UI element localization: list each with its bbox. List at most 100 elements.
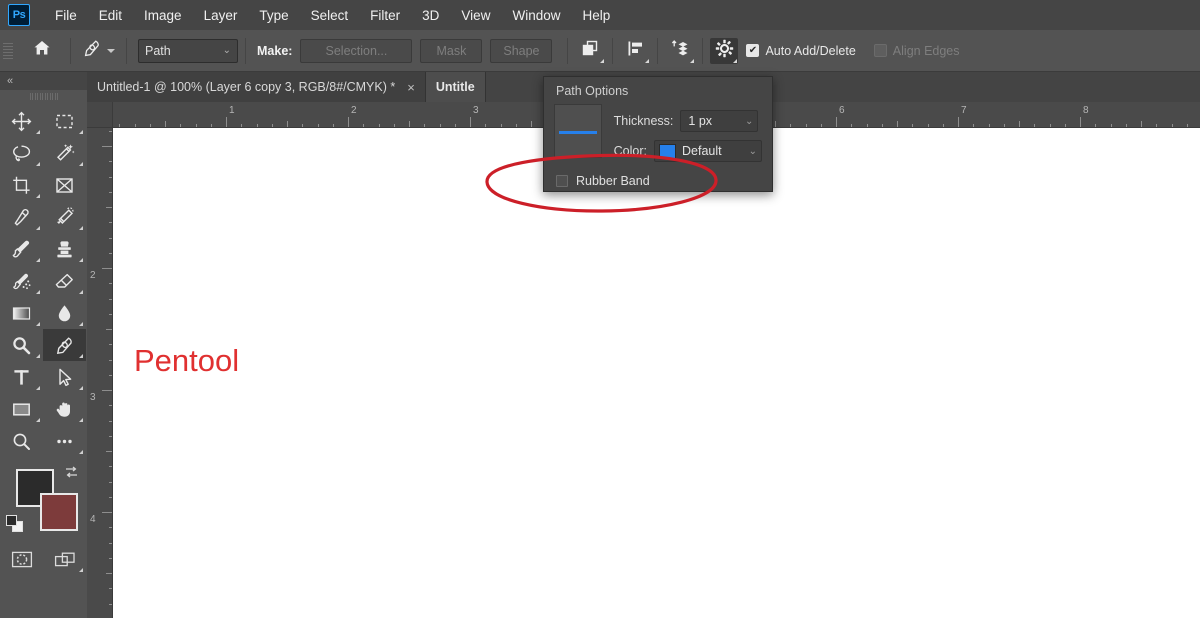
tool-blur[interactable]: [43, 297, 86, 329]
menu-filter[interactable]: Filter: [359, 4, 411, 27]
ruler-tick: [348, 117, 349, 127]
close-icon[interactable]: ×: [407, 80, 415, 95]
tool-magic-wand[interactable]: [43, 137, 86, 169]
tool-mode-value: Path: [145, 44, 171, 58]
ruler-origin-corner[interactable]: [87, 102, 113, 128]
menu-3d[interactable]: 3D: [411, 4, 450, 27]
tool-preset-picker[interactable]: [78, 38, 119, 64]
ruler-label: 6: [839, 105, 845, 116]
make-shape-button[interactable]: Shape: [490, 39, 552, 63]
vertical-ruler[interactable]: 234: [87, 128, 113, 618]
ruler-tick: [102, 390, 112, 391]
tool-eraser[interactable]: [43, 265, 86, 297]
lasso-icon: [11, 143, 32, 164]
menu-view[interactable]: View: [450, 4, 501, 27]
background-color-swatch[interactable]: [40, 493, 78, 531]
toolbar-collapse-button[interactable]: «: [0, 72, 87, 90]
tool-path-selection[interactable]: [43, 361, 86, 393]
ruler-tick: [1187, 124, 1188, 127]
rubber-band-checkbox[interactable]: [556, 175, 568, 187]
ruler-tick: [106, 207, 112, 208]
menu-edit[interactable]: Edit: [88, 4, 133, 27]
tool-pen[interactable]: [43, 329, 86, 361]
rubber-band-option[interactable]: Rubber Band: [544, 162, 772, 188]
path-options-gear-button[interactable]: [710, 38, 738, 64]
divider: [702, 38, 703, 64]
rectangle-shape-icon: [11, 399, 32, 420]
ruler-tick: [226, 117, 227, 127]
history-brush-icon: [11, 271, 32, 292]
document-canvas[interactable]: Pentool: [113, 128, 1200, 618]
align-edges-checkbox[interactable]: [874, 44, 887, 57]
tool-frame[interactable]: [43, 169, 86, 201]
ruler-tick: [106, 573, 112, 574]
menu-type[interactable]: Type: [248, 4, 299, 27]
tool-brush[interactable]: [0, 233, 43, 265]
tool-crop[interactable]: [0, 169, 43, 201]
ruler-tick: [363, 124, 364, 127]
tool-rectangle-shape[interactable]: [0, 393, 43, 425]
home-icon: [33, 39, 51, 62]
menu-file[interactable]: File: [44, 4, 88, 27]
tool-gradient[interactable]: [0, 297, 43, 329]
divider: [70, 38, 71, 64]
ruler-tick: [1034, 124, 1035, 127]
tool-hand[interactable]: [43, 393, 86, 425]
document-tab-untitled-1[interactable]: Untitled-1 @ 100% (Layer 6 copy 3, RGB/8…: [87, 72, 426, 102]
tool-zoom[interactable]: [0, 425, 43, 457]
ruler-label: 3: [90, 392, 96, 403]
tool-spot-healing-brush[interactable]: [43, 201, 86, 233]
ruler-tick: [119, 124, 120, 127]
tool-type[interactable]: [0, 361, 43, 393]
ruler-tick: [287, 121, 288, 127]
path-operations-button[interactable]: [575, 38, 605, 64]
gradient-icon: [11, 303, 32, 324]
hand-icon: [54, 399, 75, 420]
flyout-indicator-icon: [75, 450, 83, 454]
align-edges-option[interactable]: Align Edges: [874, 44, 960, 58]
swap-colors-icon[interactable]: [64, 465, 79, 483]
menu-window[interactable]: Window: [501, 4, 571, 27]
tool-history-brush[interactable]: [0, 265, 43, 297]
auto-add-delete-option[interactable]: ✔ Auto Add/Delete: [746, 44, 855, 58]
ruler-tick: [806, 124, 807, 127]
ruler-label: 4: [90, 514, 96, 525]
screen-mode-button[interactable]: [43, 543, 86, 575]
make-selection-button[interactable]: Selection...: [300, 39, 412, 63]
color-select[interactable]: Default ⌄: [654, 140, 762, 162]
type-icon: [11, 367, 32, 388]
default-colors-icon[interactable]: [6, 515, 24, 533]
tool-mode-select[interactable]: Path ⌄: [138, 39, 238, 63]
divider: [567, 38, 568, 64]
home-button[interactable]: [29, 38, 55, 64]
make-mask-button[interactable]: Mask: [420, 39, 482, 63]
menu-help[interactable]: Help: [571, 4, 621, 27]
tool-lasso[interactable]: [0, 137, 43, 169]
tools-grid: [0, 105, 87, 457]
tool-clone-stamp[interactable]: [43, 233, 86, 265]
auto-add-delete-checkbox[interactable]: ✔: [746, 44, 759, 57]
menu-image[interactable]: Image: [133, 4, 193, 27]
quick-mask-button[interactable]: [0, 543, 43, 575]
options-bar-grip[interactable]: [3, 38, 13, 64]
tools-panel-grip[interactable]: [30, 93, 58, 101]
menu-select[interactable]: Select: [300, 4, 360, 27]
tool-dodge[interactable]: [0, 329, 43, 361]
tool-edit-toolbar[interactable]: [43, 425, 86, 457]
path-arrangement-button[interactable]: [665, 38, 695, 64]
ruler-tick: [851, 124, 852, 127]
thickness-select[interactable]: 1 px ⌄: [680, 110, 758, 132]
menu-layer[interactable]: Layer: [193, 4, 249, 27]
ruler-tick: [1019, 121, 1020, 127]
tool-eyedropper[interactable]: [0, 201, 43, 233]
path-options-title: Path Options: [544, 77, 772, 104]
path-alignment-button[interactable]: [620, 38, 650, 64]
tool-move[interactable]: [0, 105, 43, 137]
ruler-tick: [109, 527, 112, 528]
ruler-tick: [1141, 121, 1142, 127]
ruler-tick: [1080, 117, 1081, 127]
document-tab-untitled-2[interactable]: Untitle: [426, 72, 486, 102]
ruler-tick: [973, 124, 974, 127]
ruler-tick: [106, 451, 112, 452]
tool-rectangular-marquee[interactable]: [43, 105, 86, 137]
